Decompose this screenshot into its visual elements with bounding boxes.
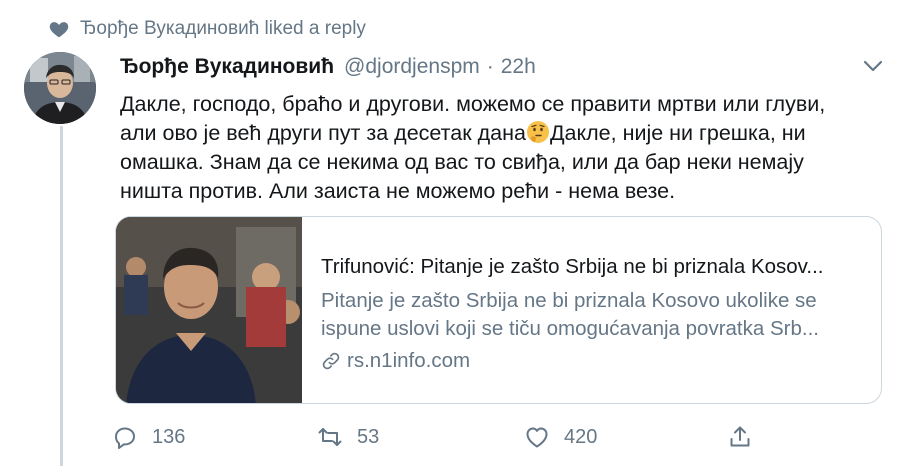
tweet-text: Дакле, господо, браћо и другови. можемо … bbox=[120, 90, 890, 206]
like-icon bbox=[526, 427, 548, 448]
thinking-face-icon bbox=[526, 121, 549, 143]
chevron-down-icon[interactable] bbox=[862, 58, 884, 74]
share-icon bbox=[730, 426, 750, 447]
tweet-line: али ово је већ други пут за десетак дана… bbox=[120, 119, 890, 148]
card-title[interactable]: Trifunović: Pitanje je zašto Srbija ne b… bbox=[321, 253, 871, 281]
tweet-line-part: Дакле, није ни грешка, ни bbox=[549, 121, 806, 145]
reply-icon bbox=[115, 427, 135, 449]
retweet-button[interactable]: 53 bbox=[317, 420, 379, 454]
tweet-line: ништа против. Али заиста не можемо рећи … bbox=[120, 179, 676, 203]
author-handle[interactable]: @djordjenspm bbox=[344, 55, 480, 79]
card-description: Pitanje je zašto Srbija ne bi priznala K… bbox=[321, 287, 871, 343]
card-thumbnail-image bbox=[116, 217, 302, 403]
card-body: Trifunović: Pitanje je zašto Srbija ne b… bbox=[321, 253, 871, 373]
retweet-icon bbox=[318, 428, 342, 446]
link-preview-card[interactable]: Trifunović: Pitanje je zašto Srbija ne b… bbox=[115, 216, 882, 404]
retweet-count: 53 bbox=[357, 425, 380, 448]
author-name[interactable]: Ђорђе Вукадиновић bbox=[120, 55, 334, 79]
link-icon bbox=[322, 352, 340, 370]
heart-icon bbox=[49, 22, 69, 38]
card-domain-text: rs.n1info.com bbox=[347, 349, 471, 372]
share-button[interactable] bbox=[727, 420, 767, 454]
tweet-actions: 136 53 420 bbox=[112, 420, 762, 454]
social-context-text: Ђорђе Вукадиновић liked a reply bbox=[80, 18, 366, 39]
social-context: Ђорђе Вукадиновић liked a reply bbox=[49, 14, 366, 44]
like-button[interactable]: 420 bbox=[524, 420, 597, 454]
timestamp[interactable]: 22h bbox=[501, 55, 536, 79]
card-domain[interactable]: rs.n1info.com bbox=[321, 349, 871, 373]
tweet-line: Дакле, господо, браћо и другови. можемо … bbox=[120, 92, 826, 116]
card-description-line: ispune uslovi koji se tiču omogućavanja … bbox=[321, 317, 819, 340]
tweet-line-part: али ово је већ други пут за десетак дана bbox=[120, 121, 526, 145]
card-description-line: Pitanje je zašto Srbija ne bi priznala K… bbox=[321, 289, 817, 312]
like-count: 420 bbox=[564, 425, 598, 448]
thread-connector bbox=[60, 126, 63, 466]
card-thumbnail bbox=[116, 217, 302, 403]
tweet-line: омашка. Знам да се некима од вас то свиђ… bbox=[120, 150, 804, 174]
separator-dot: · bbox=[486, 55, 494, 78]
avatar-photo bbox=[24, 52, 96, 124]
avatar[interactable] bbox=[24, 52, 96, 124]
tweet-header: Ђорђе Вукадиновић @djordjenspm · 22h bbox=[120, 52, 536, 82]
reply-button[interactable]: 136 bbox=[112, 420, 185, 454]
reply-count: 136 bbox=[152, 425, 186, 448]
